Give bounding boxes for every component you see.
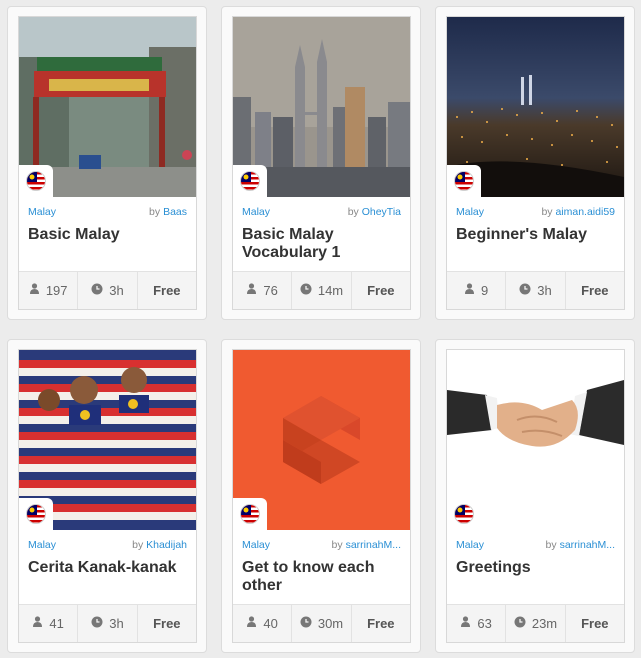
course-card[interactable]: Malay by aiman.aidi59 Beginner's Malay 9… <box>435 6 635 320</box>
course-stats: 41 3h Free <box>19 604 196 642</box>
course-title[interactable]: Basic Malay <box>28 226 187 244</box>
course-card[interactable]: Malay by Baas Basic Malay 197 3h Free <box>7 6 207 320</box>
author-line: by OheyTia <box>348 206 401 218</box>
course-card[interactable]: Malay by sarrinahM... Get to know each o… <box>221 339 421 653</box>
learners-stat: 63 <box>447 605 507 642</box>
course-card[interactable]: Malay by Khadijah Cerita Kanak-kanak 41 … <box>7 339 207 653</box>
duration-stat: 23m <box>506 605 566 642</box>
learners-count: 63 <box>477 616 492 631</box>
duration-stat: 3h <box>78 272 138 309</box>
course-title[interactable]: Cerita Kanak-kanak <box>28 559 187 577</box>
malaysia-flag-icon <box>240 504 260 524</box>
course-title[interactable]: Beginner's Malay <box>456 226 615 244</box>
malaysia-flag-icon <box>454 504 474 524</box>
malaysia-flag-icon <box>26 504 46 524</box>
clock-icon <box>91 616 103 631</box>
course-grid: Malay by Baas Basic Malay 197 3h Free Ma… <box>0 0 641 658</box>
flag-tab <box>19 498 53 530</box>
learners-stat: 76 <box>233 272 293 309</box>
clock-icon <box>300 616 312 631</box>
learners-stat: 41 <box>19 605 79 642</box>
by-label: by <box>347 206 359 218</box>
course-title[interactable]: Basic Malay Vocabulary 1 <box>242 226 401 262</box>
clock-icon <box>519 283 531 298</box>
by-label: by <box>541 206 553 218</box>
learners-count: 41 <box>49 616 64 631</box>
author-line: by sarrinahM... <box>546 539 615 551</box>
course-stats: 40 30m Free <box>233 604 410 642</box>
duration-value: 3h <box>109 283 124 298</box>
learners-count: 9 <box>481 283 489 298</box>
author-line: by aiman.aidi59 <box>541 206 615 218</box>
duration-stat: 14m <box>292 272 352 309</box>
course-stats: 76 14m Free <box>233 271 410 309</box>
price-stat: Free <box>581 616 609 631</box>
author-link[interactable]: Khadijah <box>146 539 187 551</box>
person-icon <box>246 616 257 631</box>
author-link[interactable]: aiman.aidi59 <box>555 206 615 218</box>
price-stat: Free <box>581 283 609 298</box>
learners-count: 40 <box>263 616 278 631</box>
course-stats: 197 3h Free <box>19 271 196 309</box>
clock-icon <box>514 616 526 631</box>
by-label: by <box>545 539 557 551</box>
course-stats: 9 3h Free <box>447 271 624 309</box>
author-line: by Baas <box>149 206 187 218</box>
language-link[interactable]: Malay <box>28 206 56 218</box>
language-link[interactable]: Malay <box>456 206 484 218</box>
learners-count: 197 <box>45 283 68 298</box>
person-icon <box>464 283 475 298</box>
duration-stat: 30m <box>292 605 352 642</box>
author-link[interactable]: Baas <box>163 206 187 218</box>
price-stat: Free <box>153 616 181 631</box>
flag-tab <box>447 498 481 530</box>
flag-tab <box>447 165 481 197</box>
flag-tab <box>233 165 267 197</box>
malaysia-flag-icon <box>454 171 474 191</box>
by-label: by <box>331 539 343 551</box>
course-title[interactable]: Greetings <box>456 559 615 577</box>
language-link[interactable]: Malay <box>242 206 270 218</box>
author-line: by Khadijah <box>132 539 187 551</box>
author-line: by sarrinahM... <box>332 539 401 551</box>
learners-stat: 40 <box>233 605 293 642</box>
course-card[interactable]: Malay by OheyTia Basic Malay Vocabulary … <box>221 6 421 320</box>
person-icon <box>246 283 257 298</box>
duration-value: 3h <box>537 283 552 298</box>
clock-icon <box>300 283 312 298</box>
duration-stat: 3h <box>506 272 566 309</box>
clock-icon <box>91 283 103 298</box>
duration-value: 30m <box>317 616 344 631</box>
by-label: by <box>149 206 161 218</box>
author-link[interactable]: OheyTia <box>362 206 401 218</box>
learners-stat: 9 <box>447 272 507 309</box>
language-link[interactable]: Malay <box>242 539 270 551</box>
duration-value: 23m <box>531 616 558 631</box>
price-stat: Free <box>367 283 395 298</box>
person-icon <box>32 616 43 631</box>
price-stat: Free <box>153 283 181 298</box>
author-link[interactable]: sarrinahM... <box>560 539 615 551</box>
author-link[interactable]: sarrinahM... <box>346 539 401 551</box>
person-icon <box>29 283 40 298</box>
duration-stat: 3h <box>78 605 138 642</box>
learners-count: 76 <box>263 283 278 298</box>
language-link[interactable]: Malay <box>456 539 484 551</box>
learners-stat: 197 <box>19 272 79 309</box>
flag-tab <box>19 165 53 197</box>
flag-tab <box>233 498 267 530</box>
price-stat: Free <box>367 616 395 631</box>
course-title[interactable]: Get to know each other <box>242 559 401 595</box>
duration-value: 14m <box>317 283 344 298</box>
language-link[interactable]: Malay <box>28 539 56 551</box>
course-card[interactable]: Malay by sarrinahM... Greetings 63 23m F… <box>435 339 635 653</box>
malaysia-flag-icon <box>240 171 260 191</box>
duration-value: 3h <box>109 616 124 631</box>
course-stats: 63 23m Free <box>447 604 624 642</box>
malaysia-flag-icon <box>26 171 46 191</box>
by-label: by <box>132 539 144 551</box>
person-icon <box>460 616 471 631</box>
